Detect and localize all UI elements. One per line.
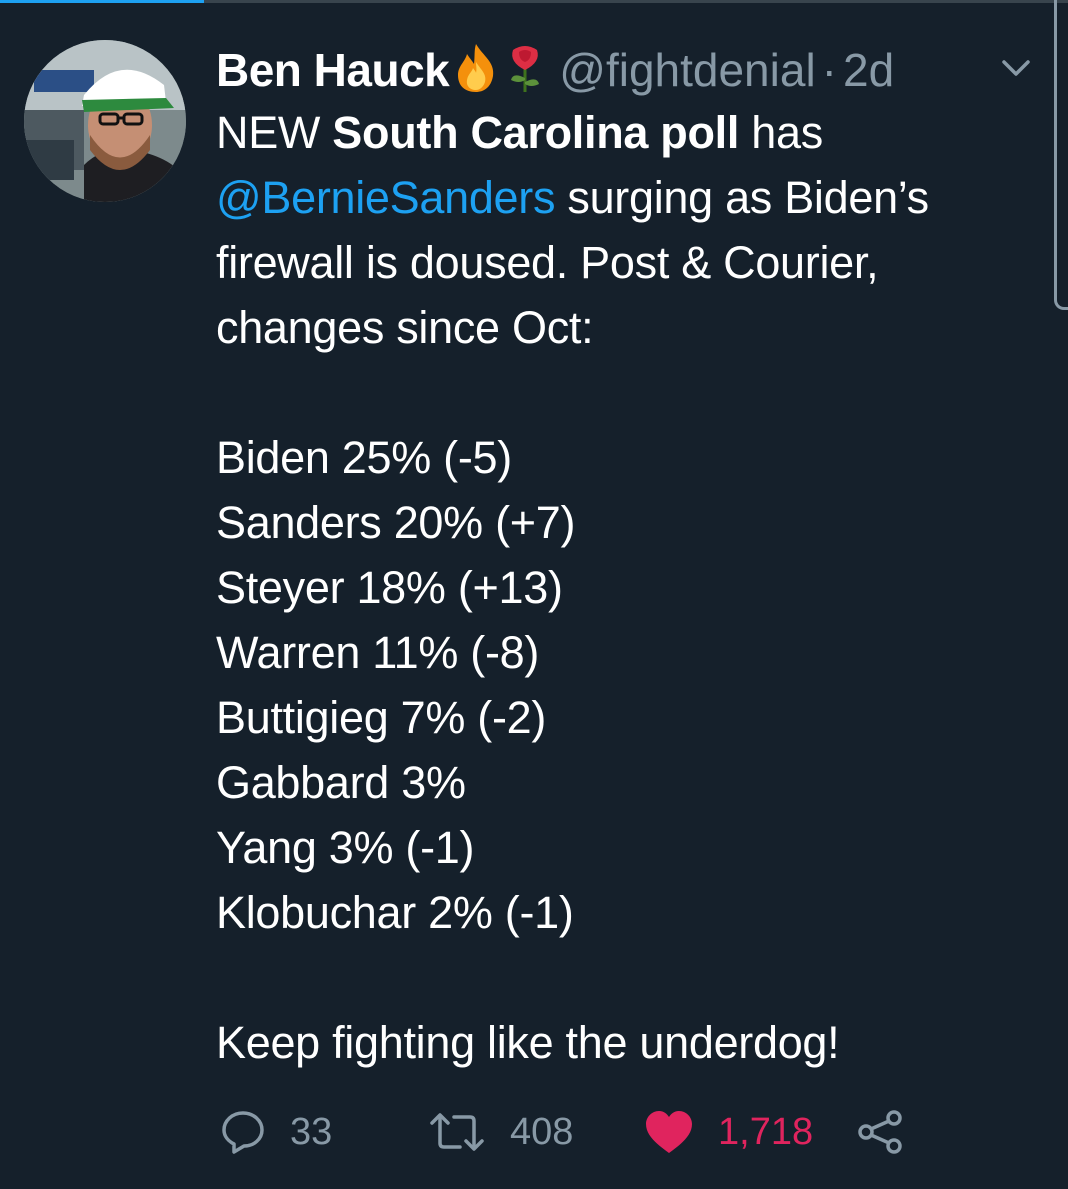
tweet: Ben Hauck @fightdenial · 2d NEW South Ca… bbox=[216, 34, 1046, 1075]
tweet-line-4: changes since Oct: bbox=[216, 302, 594, 353]
retweet-count: 408 bbox=[510, 1110, 574, 1153]
intro-bold: South Carolina poll bbox=[332, 107, 740, 158]
poll-line: Yang 3% (-1) bbox=[216, 822, 475, 873]
author-name[interactable]: Ben Hauck bbox=[216, 37, 450, 103]
tweet-text: NEW South Carolina poll has @BernieSande… bbox=[216, 100, 1046, 1075]
tweet-header: Ben Hauck @fightdenial · 2d bbox=[216, 34, 1046, 100]
chevron-down-icon[interactable] bbox=[998, 54, 1034, 84]
avatar[interactable] bbox=[24, 40, 186, 202]
poll-line: Gabbard 3% bbox=[216, 757, 466, 808]
like-button[interactable]: 1,718 bbox=[644, 1102, 813, 1162]
rose-emoji bbox=[503, 42, 549, 94]
tweet-line-1: NEW South Carolina poll has bbox=[216, 100, 1046, 165]
tweet-line-3: firewall is doused. Post & Courier, bbox=[216, 237, 879, 288]
tweet-line-2: @BernieSanders surging as Biden’s bbox=[216, 165, 1046, 230]
retweet-button[interactable]: 408 bbox=[428, 1102, 573, 1162]
header-separator: · bbox=[821, 44, 837, 96]
author-handle[interactable]: @fightdenial bbox=[559, 37, 815, 103]
top-progress-bar bbox=[0, 0, 1068, 3]
reply-count: 33 bbox=[290, 1110, 333, 1153]
reply-icon bbox=[222, 1111, 264, 1154]
share-button[interactable] bbox=[856, 1102, 904, 1162]
like-count: 1,718 bbox=[718, 1110, 814, 1153]
poll-line: Klobuchar 2% (-1) bbox=[216, 887, 574, 938]
intro-suffix: has bbox=[739, 107, 823, 158]
scrollbar[interactable] bbox=[1054, 0, 1068, 310]
poll-results: Biden 25% (-5) Sanders 20% (+7) Steyer 1… bbox=[216, 425, 1046, 945]
poll-line: Warren 11% (-8) bbox=[216, 627, 540, 678]
poll-line: Sanders 20% (+7) bbox=[216, 497, 576, 548]
avatar-photo bbox=[24, 40, 186, 202]
intro-prefix: NEW bbox=[216, 107, 333, 158]
tweet-timestamp[interactable]: 2d bbox=[843, 37, 894, 103]
retweet-icon bbox=[430, 1113, 484, 1151]
fire-emoji bbox=[453, 42, 499, 94]
top-progress-accent bbox=[0, 0, 204, 3]
after-mention: surging as Biden’s bbox=[555, 172, 929, 223]
poll-line: Biden 25% (-5) bbox=[216, 432, 512, 483]
poll-line: Steyer 18% (+13) bbox=[216, 562, 563, 613]
closing-line: Keep fighting like the underdog! bbox=[216, 1017, 840, 1068]
reply-button[interactable]: 33 bbox=[220, 1102, 332, 1162]
share-icon bbox=[858, 1110, 902, 1154]
mention-link[interactable]: @BernieSanders bbox=[216, 172, 555, 223]
heart-icon bbox=[646, 1111, 692, 1153]
poll-line: Buttigieg 7% (-2) bbox=[216, 692, 547, 743]
